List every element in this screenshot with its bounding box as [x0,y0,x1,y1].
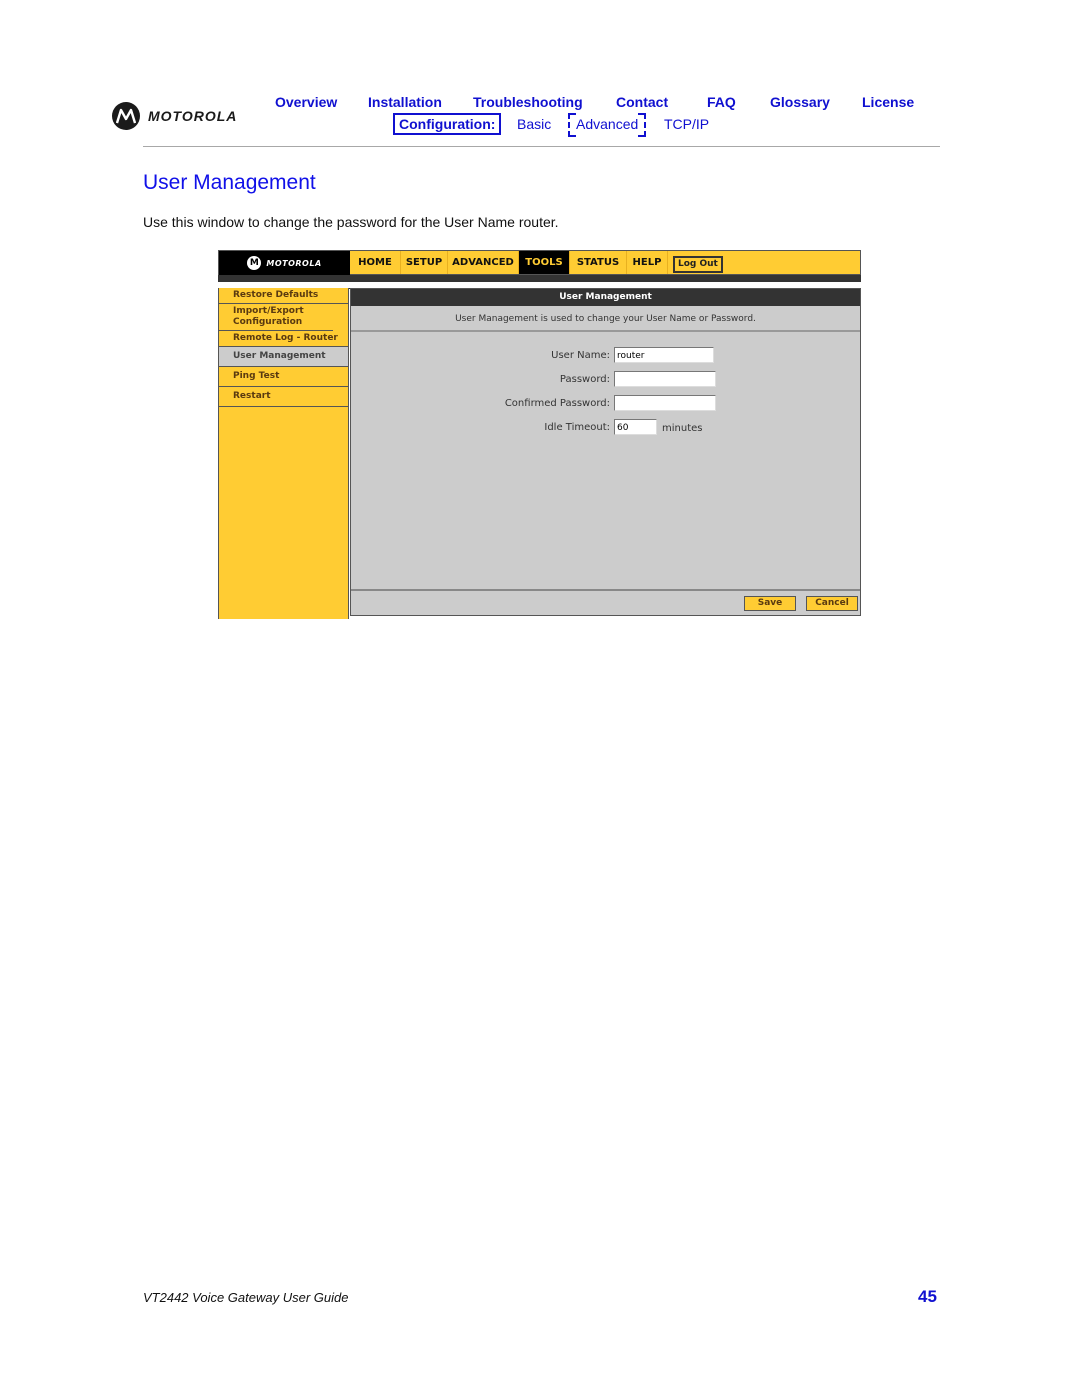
idle-timeout-row: Idle Timeout: 60 minutes [351,419,860,439]
tab-advanced[interactable]: ADVANCED [448,251,519,274]
sidebar-item-restart[interactable]: Restart [219,387,348,407]
confirm-password-label: Confirmed Password: [504,398,610,409]
user-name-label: User Name: [551,350,610,361]
nav-faq[interactable]: FAQ [707,94,736,110]
subnav-basic[interactable]: Basic [517,116,551,132]
router-brand: MOTOROLA [266,258,322,268]
nav-license[interactable]: License [862,94,914,110]
section-description: User Management is used to change your U… [351,309,860,332]
router-divider-dark [218,275,861,282]
router-logo: M MOTOROLA [219,251,350,275]
router-top-bar: M MOTOROLA HOME SETUP ADVANCED TOOLS STA… [218,250,861,275]
intro-text: Use this window to change the password f… [143,214,559,230]
nav-glossary[interactable]: Glossary [770,94,830,110]
page-title: User Management [143,171,316,194]
configuration-navigation: Configuration: Basic Advanced TCP/IP [0,113,1080,137]
router-main-panel: User Management User Management is used … [350,288,861,616]
idle-timeout-input[interactable]: 60 [614,419,657,435]
logout-button[interactable]: Log Out [673,256,723,273]
sidebar-item-import-export[interactable]: Import/Export Configuration [219,304,333,331]
subnav-tcpip[interactable]: TCP/IP [664,116,709,132]
page-number: 45 [918,1287,937,1306]
tab-help[interactable]: HELP [627,251,668,274]
idle-timeout-label: Idle Timeout: [544,422,610,433]
nav-overview[interactable]: Overview [275,94,337,110]
guide-title: VT2442 Voice Gateway User Guide [143,1290,349,1305]
top-navigation: Overview Installation Troubleshooting Co… [0,94,1080,112]
router-ui-screenshot: M MOTOROLA HOME SETUP ADVANCED TOOLS STA… [218,250,861,619]
sidebar-item-restore-defaults[interactable]: Restore Defaults [219,288,348,304]
password-input[interactable] [614,371,716,387]
configuration-label: Configuration: [393,113,502,135]
sidebar-item-remote-log[interactable]: Remote Log - Router [219,331,348,347]
header-divider [143,146,940,147]
user-name-row: User Name: router [351,347,860,367]
confirm-password-row: Confirmed Password: [351,395,860,415]
password-row: Password: [351,371,860,391]
nav-troubleshooting[interactable]: Troubleshooting [473,94,583,110]
tab-status[interactable]: STATUS [570,251,627,274]
nav-installation[interactable]: Installation [368,94,442,110]
sidebar-item-ping-test[interactable]: Ping Test [219,367,348,387]
router-sidebar: Restore Defaults Import/Export Configura… [218,288,349,619]
section-title: User Management [351,289,860,306]
save-button[interactable]: Save [744,596,796,611]
user-name-input[interactable]: router [614,347,714,363]
idle-timeout-unit: minutes [662,423,703,434]
sidebar-item-user-management[interactable]: User Management [219,347,348,367]
router-footer-bar: Save Cancel [351,589,860,615]
cancel-button[interactable]: Cancel [806,596,858,611]
tab-setup[interactable]: SETUP [401,251,448,274]
tab-tools[interactable]: TOOLS [519,251,570,274]
confirm-password-input[interactable] [614,395,716,411]
motorola-batwing-icon: M [247,256,262,270]
subnav-advanced[interactable]: Advanced [567,113,647,137]
nav-contact[interactable]: Contact [616,94,668,110]
tab-home[interactable]: HOME [350,251,401,274]
password-label: Password: [559,374,610,385]
